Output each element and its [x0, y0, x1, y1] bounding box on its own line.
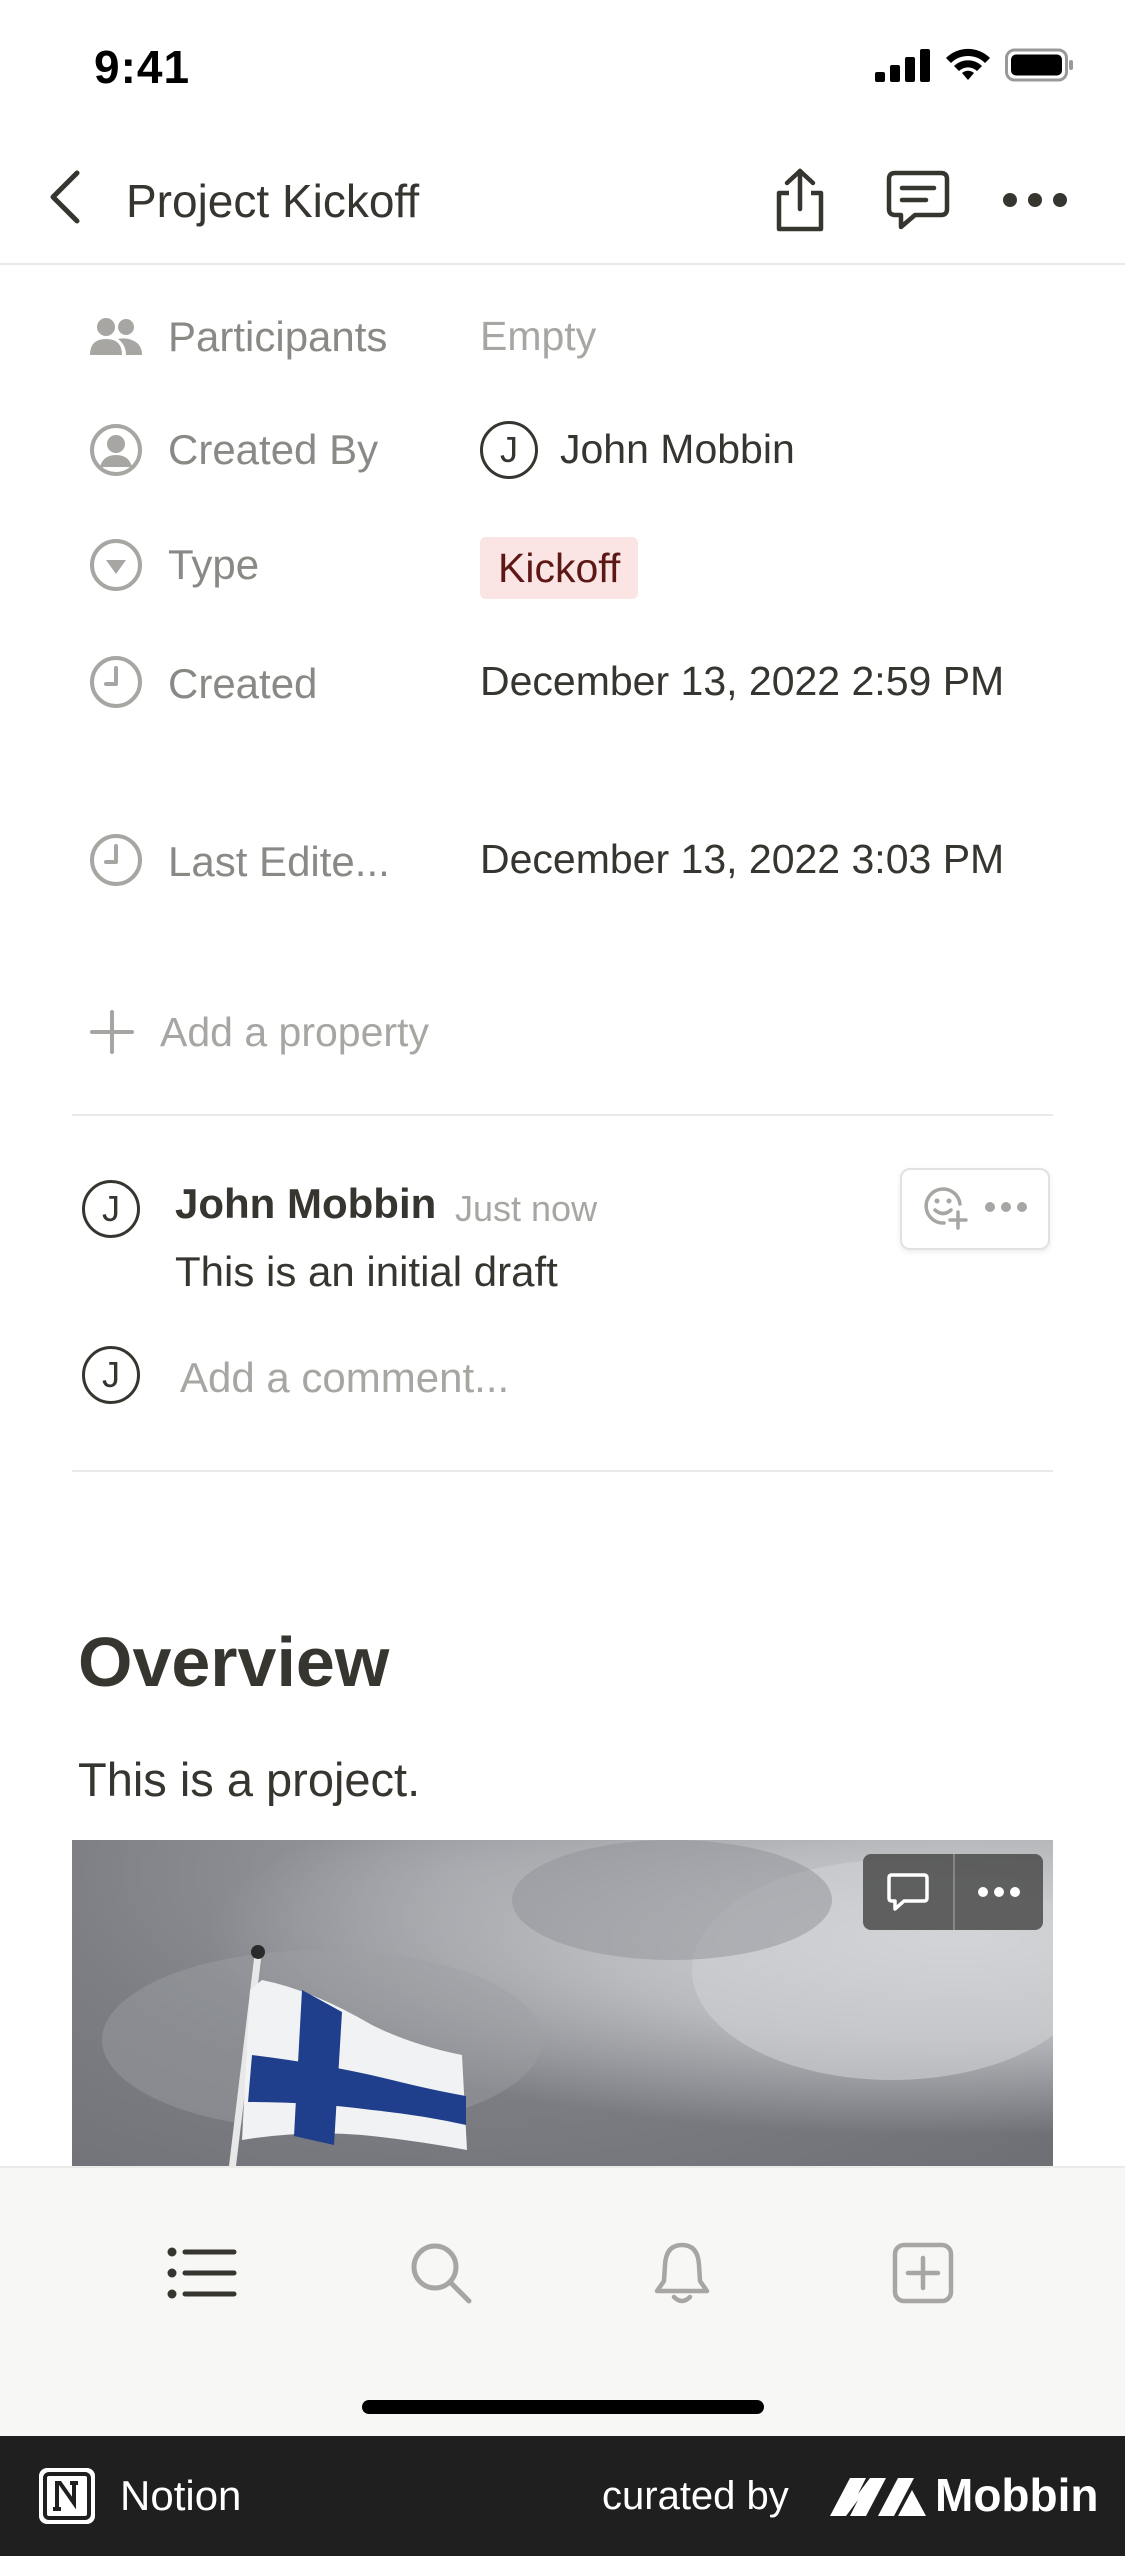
property-value-user[interactable]: J John Mobbin [480, 418, 1040, 481]
person-circle-icon [88, 422, 144, 478]
wifi-icon [946, 48, 990, 80]
divider [72, 1470, 1053, 1472]
property-label: Last Edite... [168, 838, 390, 885]
more-options-button[interactable] [995, 160, 1075, 240]
avatar: J [82, 1346, 140, 1404]
cellular-signal-icon [875, 49, 930, 82]
property-label: Type [168, 541, 260, 588]
property-value-select[interactable]: Kickoff [480, 537, 1040, 600]
plus-icon [90, 1010, 134, 1054]
add-property-label: Add a property [160, 1008, 429, 1055]
bell-icon [654, 2242, 710, 2304]
more-horizontal-icon [1003, 193, 1067, 207]
more-horizontal-icon [978, 1887, 1020, 1897]
comment-more-button[interactable] [984, 1200, 1028, 1218]
navigation-bar: Project Kickoff [0, 140, 1125, 265]
comment-author: John Mobbin [175, 1180, 437, 1227]
property-label: Created By [168, 426, 379, 473]
select-circle-icon [88, 537, 144, 593]
divider [72, 1114, 1053, 1116]
tab-search[interactable] [396, 2228, 486, 2318]
paragraph-block[interactable]: This is a project. [78, 1752, 420, 1807]
property-label: Participants [168, 313, 388, 360]
image-toolbar [863, 1854, 1043, 1930]
clock-icon [88, 832, 144, 888]
tab-pages[interactable] [157, 2228, 247, 2318]
tab-new-page[interactable] [878, 2228, 968, 2318]
mobbin-logo-icon [830, 2478, 926, 2516]
comment-timestamp: Just now [455, 1188, 598, 1229]
share-icon [776, 168, 824, 232]
share-button[interactable] [760, 160, 840, 240]
add-comment-input[interactable]: Add a comment... [180, 1354, 509, 1402]
image-more-button[interactable] [953, 1854, 1043, 1930]
battery-icon [1005, 48, 1073, 82]
footer-app-name: Notion [120, 2472, 242, 2519]
notion-logo-icon [39, 2468, 95, 2524]
list-icon [167, 2247, 237, 2299]
add-reaction-button[interactable] [922, 1184, 968, 1235]
status-icons [875, 48, 1075, 82]
tab-bar [0, 2166, 1125, 2436]
more-horizontal-icon [985, 1202, 1027, 1212]
section-heading[interactable]: Overview [78, 1622, 389, 1702]
add-emoji-icon [924, 1186, 968, 1230]
comment-text: This is an initial draft [175, 1248, 558, 1295]
image-comment-button[interactable] [863, 1854, 953, 1930]
avatar: J [82, 1180, 140, 1238]
add-property-button[interactable]: Add a property [88, 1008, 429, 1056]
avatar: J [480, 420, 538, 479]
image-block[interactable] [72, 1840, 1053, 2170]
type-tag: Kickoff [480, 537, 639, 599]
search-icon [411, 2243, 472, 2304]
comment-actions [900, 1168, 1050, 1250]
footer-banner: Notion curated by Mobbin [0, 2436, 1125, 2556]
status-time: 9:41 [94, 41, 191, 93]
property-label: Created [168, 660, 318, 707]
property-value-empty[interactable]: Empty [480, 305, 1040, 368]
status-bar: 9:41 [0, 0, 1125, 130]
comment-icon [886, 170, 950, 230]
tab-updates[interactable] [637, 2228, 727, 2318]
current-user-avatar: J [82, 1346, 140, 1404]
footer-curated-label: curated by [602, 2474, 789, 2518]
comments-button[interactable] [878, 160, 958, 240]
user-name: John Mobbin [560, 426, 795, 472]
property-value-date: December 13, 2022 2:59 PM [480, 658, 1005, 704]
comment-avatar: J [82, 1180, 140, 1238]
people-icon [88, 309, 144, 365]
property-value-date: December 13, 2022 3:03 PM [480, 836, 1005, 882]
back-button[interactable] [30, 162, 100, 232]
clock-icon [88, 654, 144, 710]
page-title: Project Kickoff [126, 175, 420, 227]
comment-icon [887, 1873, 929, 1911]
footer-brand: Mobbin [935, 2469, 1099, 2521]
chevron-left-icon [50, 170, 80, 224]
home-indicator [362, 2400, 764, 2414]
new-page-icon [892, 2242, 954, 2304]
